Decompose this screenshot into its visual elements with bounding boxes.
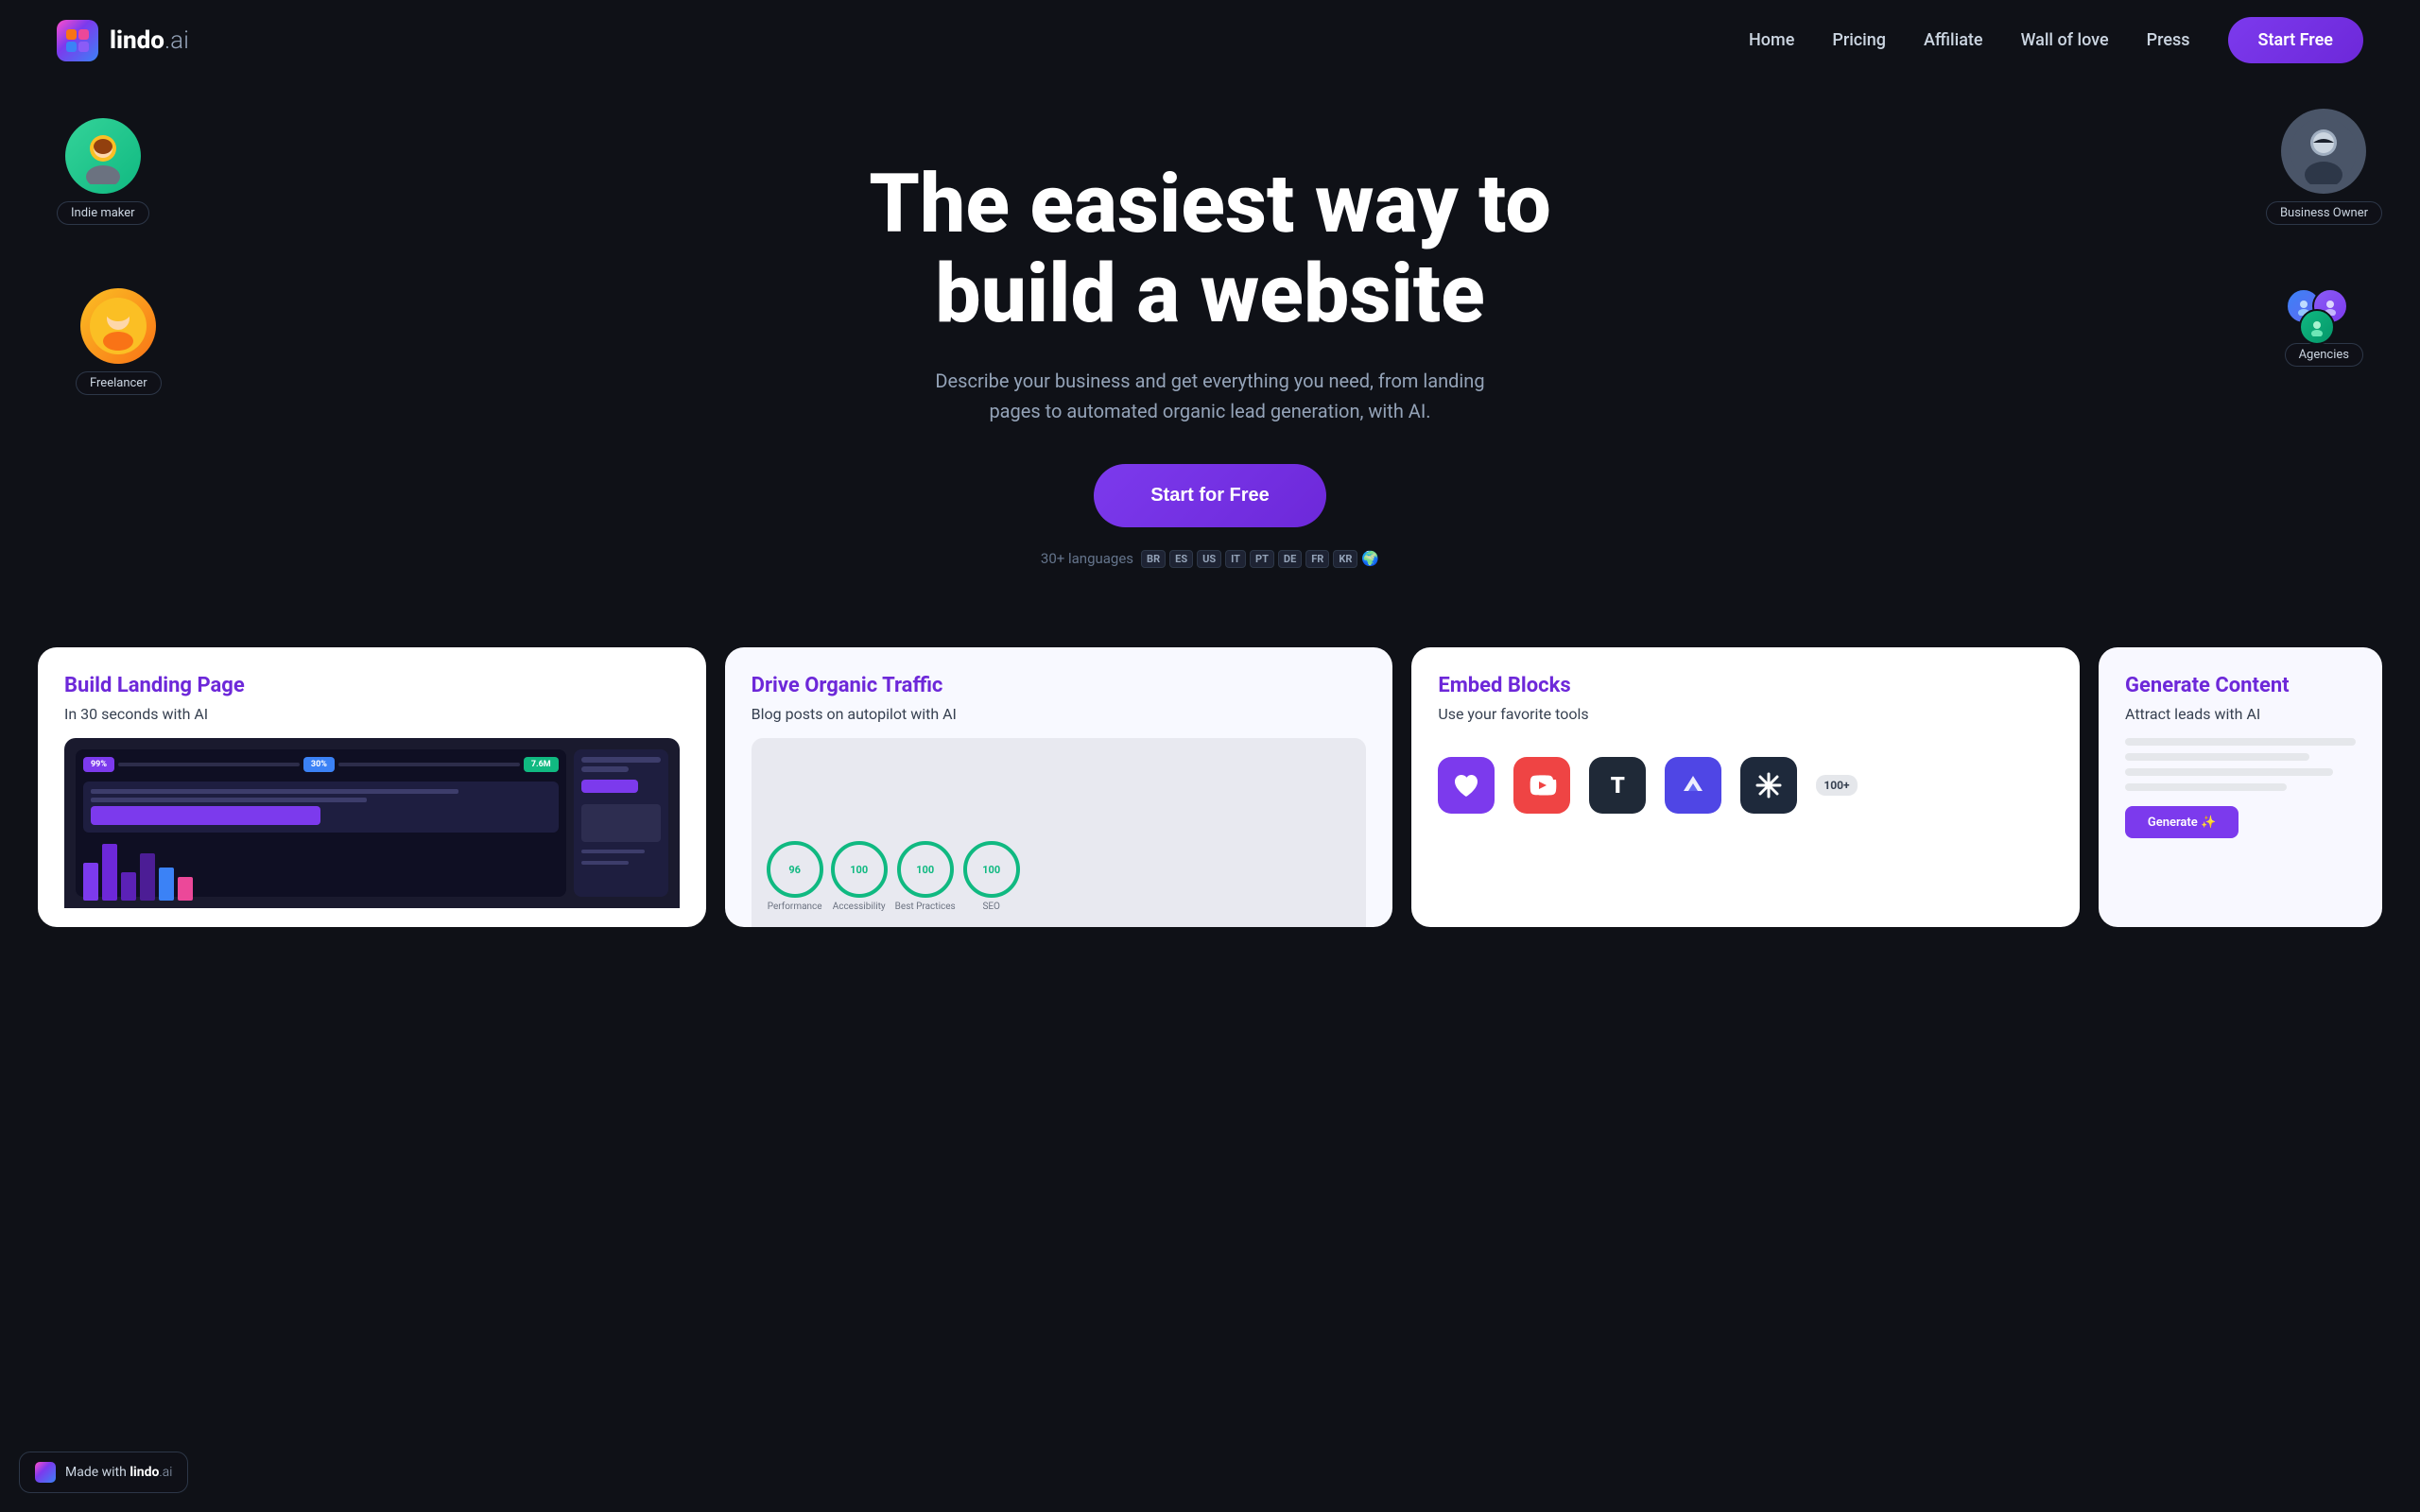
lang-kr: KR [1333, 550, 1357, 568]
avatar-agencies: Agencies [2285, 288, 2363, 367]
indie-maker-label: Indie maker [57, 201, 149, 225]
nav-item-press[interactable]: Press [2147, 30, 2190, 50]
logo[interactable]: lindo.ai [57, 20, 189, 61]
avatar-freelancer: Freelancer [76, 288, 162, 395]
nav-item-home[interactable]: Home [1749, 30, 1794, 50]
embed-icon-youtube [1513, 757, 1570, 814]
hero-start-free-button[interactable]: Start for Free [1094, 464, 1326, 527]
preview-left: 99% 30% 7.6M [76, 749, 566, 897]
feature-subtitle-landing-page: In 30 seconds with AI [64, 705, 680, 723]
embed-icons-grid: T 100+ [1438, 738, 2053, 833]
feature-card-embed-blocks: Embed Blocks Use your favorite tools T [1411, 647, 2080, 927]
feature-subtitle-organic-traffic: Blog posts on autopilot with AI [752, 705, 1367, 723]
languages-prefix: 30+ languages [1041, 550, 1133, 567]
embed-icon-asterisk [1740, 757, 1797, 814]
navbar: lindo.ai Home Pricing Affiliate Wall of … [0, 0, 2420, 80]
made-with-text: Made with lindo.ai [65, 1465, 172, 1480]
landing-page-preview: 99% 30% 7.6M [64, 738, 680, 908]
embed-plus-count: 100+ [1816, 775, 1857, 796]
avatar-agencies-image [2286, 288, 2361, 335]
logo-icon [57, 20, 98, 61]
nav-item-pricing[interactable]: Pricing [1832, 30, 1886, 50]
lang-es: ES [1169, 550, 1193, 568]
language-badges: BR ES US IT PT DE FR KR 🌍 [1141, 550, 1379, 568]
embed-icon-t: T [1589, 757, 1646, 814]
avatar-indie-maker-image [65, 118, 141, 194]
feature-title-landing-page: Build Landing Page [64, 674, 680, 697]
nav-item-wall-of-love[interactable]: Wall of love [2021, 30, 2109, 50]
nav-links: Home Pricing Affiliate Wall of love Pres… [1749, 30, 2189, 50]
feature-card-organic-traffic: Drive Organic Traffic Blog posts on auto… [725, 647, 1393, 927]
feature-subtitle-embed-blocks: Use your favorite tools [1438, 705, 2053, 723]
avatar-indie-maker: Indie maker [57, 118, 149, 225]
embed-icon-vuetify [1665, 757, 1721, 814]
lang-de: DE [1278, 550, 1302, 568]
avatar-freelancer-image [80, 288, 156, 364]
feature-card-generate-content: Generate Content Attract leads with AI G… [2099, 647, 2382, 927]
lang-it: IT [1225, 550, 1246, 568]
hero-title: The easiest way to build a website [841, 160, 1579, 338]
made-with-logo-icon [35, 1462, 56, 1483]
embed-icon-heart [1438, 757, 1495, 814]
lang-us: US [1197, 550, 1221, 568]
lang-br: BR [1141, 550, 1166, 568]
features-row: Build Landing Page In 30 seconds with AI… [0, 628, 2420, 927]
made-with-badge: Made with lindo.ai [19, 1452, 188, 1493]
preview-right [574, 749, 668, 897]
nav-item-affiliate[interactable]: Affiliate [1924, 30, 1983, 50]
feature-card-landing-page: Build Landing Page In 30 seconds with AI… [38, 647, 706, 927]
hero-section: Indie maker Freelancer Business Owner [0, 80, 2420, 628]
feature-subtitle-generate-content: Attract leads with AI [2125, 705, 2356, 723]
feature-title-embed-blocks: Embed Blocks [1438, 674, 2053, 697]
hero-subtitle: Describe your business and get everythin… [917, 366, 1503, 426]
nav-start-free-button[interactable]: Start Free [2228, 17, 2364, 63]
lang-fr: FR [1305, 550, 1329, 568]
feature-title-generate-content: Generate Content [2125, 674, 2356, 697]
globe-icon: 🌍 [1361, 550, 1379, 567]
avatar-business-owner: Business Owner [2266, 109, 2382, 225]
business-owner-label: Business Owner [2266, 201, 2382, 225]
freelancer-label: Freelancer [76, 371, 162, 395]
logo-text: lindo.ai [110, 26, 189, 55]
agencies-label: Agencies [2285, 343, 2363, 367]
feature-title-organic-traffic: Drive Organic Traffic [752, 674, 1367, 697]
performance-metrics: 96 Performance 100 Accessibility 100 Bes… [767, 841, 1352, 912]
hero-languages: 30+ languages BR ES US IT PT DE FR KR 🌍 [1041, 550, 1379, 568]
lang-pt: PT [1250, 550, 1274, 568]
avatar-business-owner-image [2281, 109, 2366, 194]
